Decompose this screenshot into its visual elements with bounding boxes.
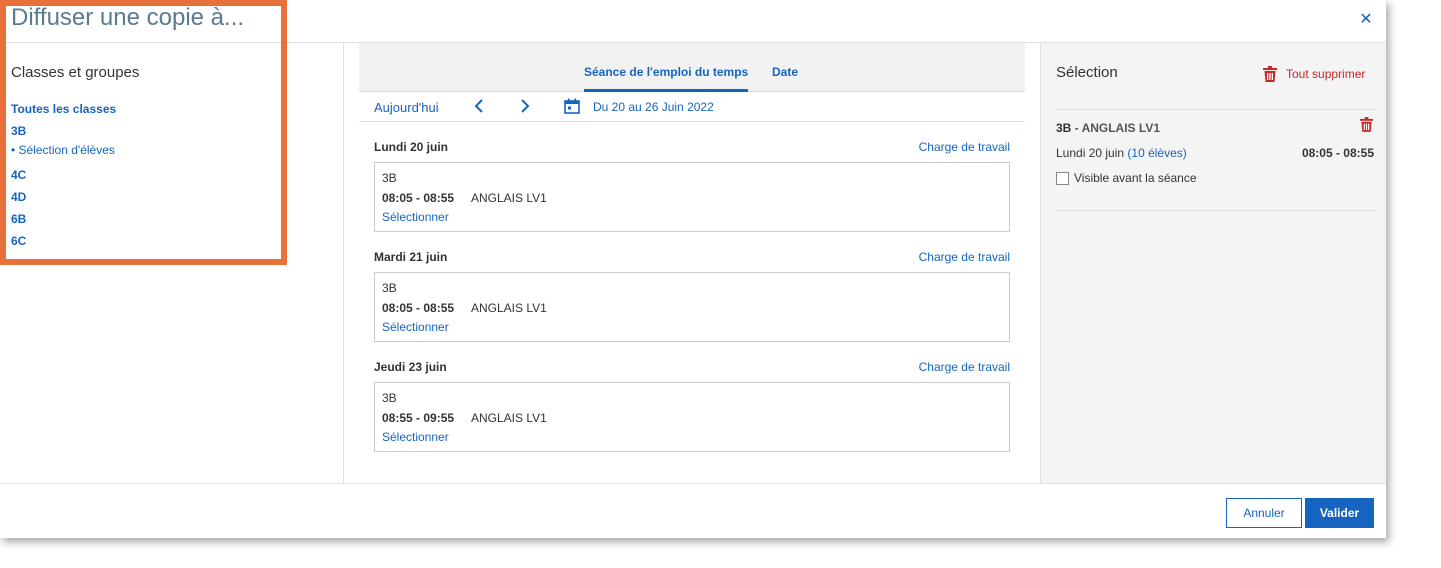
today-link[interactable]: Aujourd'hui — [374, 100, 439, 115]
footer-divider — [0, 483, 1386, 484]
workload-link[interactable]: Charge de travail — [919, 140, 1010, 154]
selection-title: Sélection — [1056, 64, 1118, 81]
selected-class: 3B — [1056, 121, 1072, 135]
session-class: 3B — [382, 391, 397, 405]
chevron-left-icon[interactable] — [470, 94, 488, 118]
tab-timetable-session[interactable]: Séance de l'emploi du temps — [584, 65, 749, 92]
copy-dialog: Diffuser une copie à... ✕ Classes et gro… — [0, 0, 1386, 538]
selected-session-title: 3B - ANGLAIS LV1 — [1056, 121, 1160, 135]
session-time: 08:05 - 08:55 — [382, 301, 455, 315]
close-icon[interactable]: ✕ — [1357, 10, 1375, 28]
selected-separator: - — [1071, 121, 1082, 135]
session-class: 3B — [382, 281, 397, 295]
dialog-title: Diffuser une copie à... — [11, 4, 245, 31]
selection-divider — [1056, 210, 1375, 211]
validate-button[interactable]: Valider — [1305, 498, 1374, 528]
trash-icon — [1263, 66, 1277, 82]
workload-link[interactable]: Charge de travail — [919, 250, 1010, 264]
chevron-right-icon[interactable] — [516, 94, 534, 118]
classes-heading: Classes et groupes — [11, 64, 140, 81]
classes-panel: Classes et groupes Toutes les classes 3B… — [0, 43, 344, 483]
students-count-link[interactable]: (10 élèves) — [1127, 146, 1186, 160]
day-title: Lundi 20 juin — [374, 140, 448, 154]
selected-day: Lundi 20 juin (10 élèves) — [1056, 146, 1187, 160]
calendar-icon[interactable] — [564, 98, 580, 114]
selected-subject: ANGLAIS LV1 — [1081, 121, 1161, 135]
day-title: Jeudi 23 juin — [374, 360, 447, 374]
week-navigation: Aujourd'hui Du 20 au 26 Juin 2022 — [359, 92, 1025, 122]
class-item-3b[interactable]: 3B — [11, 120, 116, 142]
session-subject: ANGLAIS LV1 — [471, 191, 547, 205]
class-item-4c[interactable]: 4C — [11, 164, 116, 186]
visible-checkbox[interactable] — [1056, 171, 1069, 185]
class-item-4d[interactable]: 4D — [11, 186, 116, 208]
select-session-link[interactable]: Sélectionner — [382, 320, 449, 334]
remove-selection-icon[interactable] — [1360, 117, 1373, 132]
session-subject: ANGLAIS LV1 — [471, 301, 547, 315]
tabs-bar: Séance de l'emploi du temps Date — [359, 43, 1025, 92]
session-time: 08:05 - 08:55 — [382, 191, 455, 205]
sessions-panel: Séance de l'emploi du temps Date Aujourd… — [344, 43, 1040, 483]
selection-divider — [1056, 109, 1375, 110]
selection-panel: Sélection Tout supprimer 3B - ANGLAIS LV… — [1040, 43, 1386, 483]
session-class: 3B — [382, 171, 397, 185]
visible-before-session-toggle[interactable]: Visible avant la séance — [1056, 171, 1197, 185]
class-list: Toutes les classes 3B • Sélection d'élèv… — [11, 98, 116, 252]
select-session-link[interactable]: Sélectionner — [382, 430, 449, 444]
student-selection-link[interactable]: • Sélection d'élèves — [11, 142, 116, 161]
class-item-6c[interactable]: 6C — [11, 230, 116, 252]
tab-date[interactable]: Date — [772, 65, 798, 79]
delete-all-label: Tout supprimer — [1286, 67, 1366, 81]
class-item-all[interactable]: Toutes les classes — [11, 98, 116, 120]
selected-day-label: Lundi 20 juin — [1056, 146, 1125, 160]
session-card: 3B 08:05 - 08:55 ANGLAIS LV1 Sélectionne… — [374, 162, 1010, 232]
workload-link[interactable]: Charge de travail — [919, 360, 1010, 374]
selected-time: 08:05 - 08:55 — [1301, 146, 1374, 160]
visible-label: Visible avant la séance — [1074, 171, 1197, 185]
session-subject: ANGLAIS LV1 — [471, 411, 547, 425]
session-card: 3B 08:05 - 08:55 ANGLAIS LV1 Sélectionne… — [374, 272, 1010, 342]
select-session-link[interactable]: Sélectionner — [382, 210, 449, 224]
delete-all-button[interactable]: Tout supprimer — [1263, 65, 1365, 83]
session-time: 08:55 - 09:55 — [382, 411, 455, 425]
session-card: 3B 08:55 - 09:55 ANGLAIS LV1 Sélectionne… — [374, 382, 1010, 452]
day-title: Mardi 21 juin — [374, 250, 448, 264]
date-range[interactable]: Du 20 au 26 Juin 2022 — [593, 100, 714, 114]
class-item-6b[interactable]: 6B — [11, 208, 116, 230]
cancel-button[interactable]: Annuler — [1226, 498, 1302, 528]
